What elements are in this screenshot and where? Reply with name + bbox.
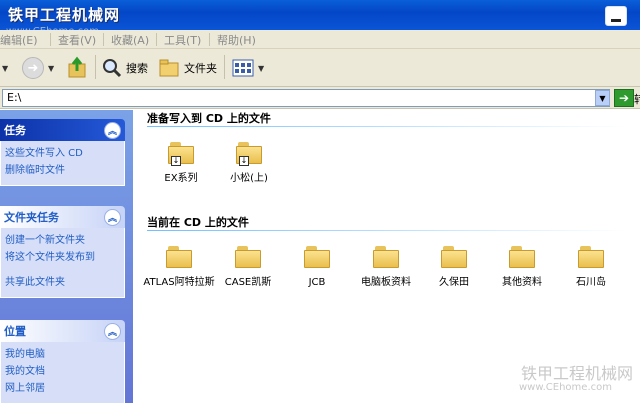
places-panel-body: 我的电脑 我的文档 网上邻居 [0,342,125,404]
cd-folder-item[interactable]: 电脑板资料 [350,246,422,289]
delete-temp-files-link[interactable]: 删除临时文件 [5,162,120,179]
folder-tasks-panel: 文件夹任务 ︽ 创建一个新文件夹 将这个文件夹发布到 共享此文件夹 [0,206,125,298]
folder-icon [373,246,399,268]
folder-label: 久保田 [439,277,469,288]
menu-tools[interactable]: 工具(T) [164,32,201,48]
my-documents-link[interactable]: 我的文档 [5,363,120,380]
menu-favorites[interactable]: 收藏(A) [111,32,149,48]
up-folder-icon [68,56,86,78]
search-icon [103,59,122,78]
folders-icon [159,59,179,77]
folder-icon [578,246,604,268]
new-folder-link[interactable]: 创建一个新文件夹 [5,232,120,249]
menu-separator [50,33,51,46]
folder-label: 电脑板资料 [361,277,411,288]
folder-icon [166,246,192,268]
toolbar: ▼ ➜ ▼ 搜索 文件夹 ▼ [0,49,640,87]
folder-label: JCB [308,277,326,288]
cd-folder-item[interactable]: 石川岛 [555,246,627,289]
collapse-icon[interactable]: ︽ [104,122,121,139]
minimize-button[interactable] [605,6,627,26]
folder-icon: ↓ [168,142,194,166]
network-places-link[interactable]: 网上邻居 [5,380,120,397]
go-label[interactable]: 转 [634,91,640,107]
forward-arrow-icon: ➜ [22,57,44,79]
tasks-panel: 任务 ︽ 这些文件写入 CD 删除临时文件 [0,119,125,186]
group-divider [147,230,627,231]
menu-separator [103,33,104,46]
menu-edit[interactable]: 编辑(E) [0,32,38,48]
folder-icon [304,246,330,268]
chevron-down-icon: ▼ [258,63,265,73]
address-bar: E:\ ▼ ➔ 转 [0,87,640,109]
cd-folder-item[interactable]: CASE凯斯 [212,246,284,289]
panel-title: 文件夹任务 [4,211,59,224]
views-button[interactable]: ▼ [232,53,264,83]
window-title: 铁甲工程机械网 [8,6,121,24]
folder-icon [509,246,535,268]
burn-pending-icon: ↓ [239,156,249,166]
folder-label: 小松(上) [230,173,268,184]
task-pane: 任务 ︽ 这些文件写入 CD 删除临时文件 文件夹任务 ︽ 创建一个新文件夹 将… [0,110,133,404]
folder-icon [441,246,467,268]
folder-label: ATLAS阿特拉斯 [143,277,215,288]
panel-title: 位置 [4,325,26,338]
up-folder-button[interactable] [68,53,90,83]
menu-view[interactable]: 查看(V) [58,32,96,48]
places-panel: 位置 ︽ 我的电脑 我的文档 网上邻居 [0,320,125,404]
panel-title: 任务 [4,124,26,137]
folder-label: CASE凯斯 [224,277,272,288]
forward-button[interactable]: ➜ ▼ [22,53,54,83]
publish-folder-link[interactable]: 将这个文件夹发布到 [5,249,120,266]
watermark-url: www.CEhome.com [519,382,612,393]
toolbar-separator [95,55,96,79]
collapse-icon[interactable]: ︽ [104,209,121,226]
group-divider [147,126,627,127]
cd-folder-item[interactable]: ATLAS阿特拉斯 [143,246,215,289]
chevron-down-icon: ▼ [48,63,55,73]
chevron-down-icon: ▼ [2,63,9,73]
address-dropdown-button[interactable]: ▼ [595,90,610,106]
pending-group-title: 准备写入到 CD 上的文件 [147,112,271,125]
toolbar-separator [224,55,225,79]
my-computer-link[interactable]: 我的电脑 [5,346,120,363]
search-label: 搜索 [126,62,148,75]
burn-pending-icon: ↓ [171,156,181,166]
tasks-panel-body: 这些文件写入 CD 删除临时文件 [0,141,125,186]
folder-tasks-panel-header[interactable]: 文件夹任务 ︽ [0,206,125,228]
pending-folder-item[interactable]: ↓ 小松(上) [213,142,285,185]
places-panel-header[interactable]: 位置 ︽ [0,320,125,342]
menu-help[interactable]: 帮助(H) [217,32,256,48]
write-to-cd-link[interactable]: 这些文件写入 CD [5,145,120,162]
go-button[interactable]: ➔ [614,89,634,107]
address-input[interactable]: E:\ [2,89,610,107]
current-group-title: 当前在 CD 上的文件 [147,216,249,229]
menu-separator [209,33,210,46]
watermark-logo: 铁甲工程机械网 [521,364,634,383]
cd-folder-item[interactable]: JCB [281,246,353,289]
share-folder-link[interactable]: 共享此文件夹 [5,274,120,291]
folders-button[interactable]: 文件夹 [158,53,217,83]
folders-label: 文件夹 [184,62,217,75]
cd-folder-item[interactable]: 其他资料 [486,246,558,289]
folder-label: 石川岛 [576,277,606,288]
folder-label: 其他资料 [502,277,542,288]
pending-folder-item[interactable]: ↓ EX系列 [145,142,217,185]
folder-tasks-panel-body: 创建一个新文件夹 将这个文件夹发布到 共享此文件夹 [0,228,125,298]
menu-bar: 编辑(E) 查看(V) 收藏(A) 工具(T) 帮助(H) [0,30,640,49]
folder-label: EX系列 [164,173,198,184]
back-dropdown[interactable]: ▼ [2,53,8,83]
tasks-panel-header[interactable]: 任务 ︽ [0,119,125,141]
cd-folder-item[interactable]: 久保田 [418,246,490,289]
menu-separator [156,33,157,46]
folder-icon: ↓ [236,142,262,166]
collapse-icon[interactable]: ︽ [104,323,121,340]
folder-icon [235,246,261,268]
search-button[interactable]: 搜索 [102,53,148,83]
views-grid-icon [232,59,254,77]
